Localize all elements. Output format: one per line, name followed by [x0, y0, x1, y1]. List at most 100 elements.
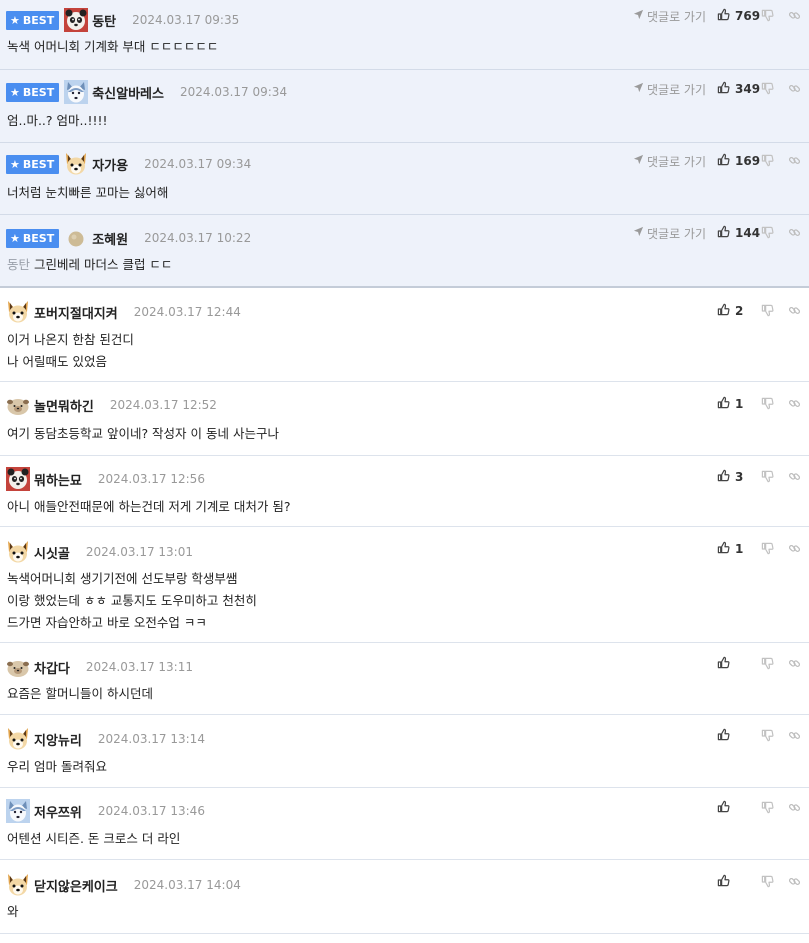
husky-avatar-icon[interactable] [6, 799, 30, 823]
comment-text: 아니 애들안전때문에 하는건데 저게 기계로 대처가 됨? [7, 496, 290, 518]
like-button[interactable]: 349 [717, 81, 761, 97]
like-button[interactable]: 2 [717, 303, 761, 319]
comment-actions: 1 [717, 395, 801, 413]
link-icon [788, 655, 801, 674]
copy-link-button[interactable] [787, 873, 801, 892]
like-count: 769 [735, 9, 761, 23]
like-button[interactable] [717, 728, 761, 744]
thumbs-up-icon [717, 303, 735, 319]
thumbs-down-icon [761, 873, 774, 892]
goto-comment-link[interactable]: 댓글로 가기 [633, 153, 706, 170]
comment-line: 너처럼 눈치빠른 꼬마는 싫어해 [7, 182, 168, 204]
nickname[interactable]: 뭐하는묘 [34, 470, 82, 489]
fox-avatar-icon[interactable] [6, 873, 30, 897]
like-button[interactable] [717, 874, 761, 890]
copy-link-button[interactable] [787, 152, 801, 171]
like-button[interactable]: 3 [717, 469, 761, 485]
nickname[interactable]: 놀면뭐하긴 [34, 396, 94, 415]
dislike-button[interactable] [761, 468, 787, 487]
fox-avatar-icon[interactable] [64, 152, 88, 176]
link-icon [788, 468, 801, 487]
link-icon [788, 7, 801, 26]
best-badge-label: BEST [22, 13, 55, 27]
goto-comment-link[interactable]: 댓글로 가기 [633, 225, 706, 242]
thumbs-up-icon [717, 874, 735, 890]
comment-line: 어텐션 시티즌. 돈 크로스 더 라인 [7, 828, 180, 850]
like-count: 349 [735, 82, 761, 96]
like-count: 3 [735, 470, 744, 484]
comment-line-text: 그린베레 마더스 클럽 ㄷㄷ [34, 257, 173, 272]
dislike-button[interactable] [761, 80, 787, 99]
link-icon [788, 152, 801, 171]
fox-avatar-icon[interactable] [6, 300, 30, 324]
nickname[interactable]: 동탄 [92, 11, 116, 30]
comment-line-text: 엄..마..? 엄마..!!!! [7, 113, 108, 128]
comment-date: 2024.03.17 13:01 [85, 545, 193, 559]
like-button[interactable] [717, 800, 761, 816]
comment-line: 요즘은 할머니들이 하시던데 [7, 683, 153, 705]
thumbs-down-icon [761, 468, 774, 487]
copy-link-button[interactable] [787, 395, 801, 414]
comment-line: 이랑 했었는데 ㅎㅎ 교통지도 도우미하고 천천히 [7, 590, 257, 612]
thumbs-down-icon [761, 152, 774, 171]
copy-link-button[interactable] [787, 224, 801, 243]
dislike-button[interactable] [761, 302, 787, 321]
nickname[interactable]: 저우쯔위 [34, 802, 82, 821]
dislike-button[interactable] [761, 540, 787, 559]
nickname[interactable]: 자가용 [92, 155, 128, 174]
copy-link-button[interactable] [787, 799, 801, 818]
like-button[interactable]: 1 [717, 396, 761, 412]
comment-line-text: 어텐션 시티즌. 돈 크로스 더 라인 [7, 831, 181, 846]
like-button[interactable]: 169 [717, 153, 761, 169]
stone-avatar-icon[interactable] [64, 226, 88, 250]
comment-line: 녹색어머니회 생기기전에 선도부랑 학생부쌤 [7, 568, 257, 590]
dislike-button[interactable] [761, 799, 787, 818]
nickname[interactable]: 닫지않은케이크 [34, 876, 118, 895]
nickname[interactable]: 시싯골 [34, 543, 70, 562]
like-button[interactable]: 144 [717, 225, 761, 241]
like-button[interactable]: 769 [717, 8, 761, 24]
nickname[interactable]: 지앙뉴리 [34, 730, 82, 749]
dislike-button[interactable] [761, 727, 787, 746]
husky-avatar-icon[interactable] [64, 80, 89, 104]
comment-item: ★ BEST 축신알바레스 2024.03.17 09:34 엄..마..? 엄마..!… [0, 70, 809, 143]
comment-header: ★ BEST 동탄 2024.03.17 09:35 [6, 8, 239, 32]
comment-item: 포버지절대지켜 2024.03.17 12:44 이거 나온지 한참 된건디 나 어릴… [0, 288, 809, 382]
comment-item: 뭐하는묘 2024.03.17 12:56 아니 애들안전때문에 하는건데 저게 기… [0, 456, 809, 527]
pug-avatar-icon[interactable] [6, 393, 30, 417]
like-button[interactable]: 1 [717, 541, 761, 557]
copy-link-button[interactable] [787, 655, 801, 674]
copy-link-button[interactable] [787, 727, 801, 746]
fox-avatar-icon[interactable] [6, 727, 30, 751]
comment-item: ★ BEST 자가용 2024.03.17 09:34 너처럼 눈치빠른 꼬마는 싫어해… [0, 143, 809, 215]
dislike-button[interactable] [761, 395, 787, 414]
mention-nickname[interactable]: 동탄 [7, 257, 30, 272]
nickname[interactable]: 포버지절대지켜 [34, 303, 118, 322]
panda-avatar-icon[interactable] [6, 467, 30, 491]
copy-link-button[interactable] [787, 80, 801, 99]
comment-text: 엄..마..? 엄마..!!!! [7, 110, 108, 132]
copy-link-button[interactable] [787, 7, 801, 26]
goto-comment-link[interactable]: 댓글로 가기 [633, 8, 706, 25]
nickname[interactable]: 축신알바레스 [92, 83, 164, 102]
goto-comment-link[interactable]: 댓글로 가기 [633, 81, 706, 98]
dislike-button[interactable] [761, 873, 787, 892]
comment-item: 놀면뭐하긴 2024.03.17 12:52 여기 동담초등학교 앞이네? 작성자 … [0, 382, 809, 456]
comment-text: 녹색어머니회 생기기전에 선도부랑 학생부쌤 이랑 했었는데 ㅎㅎ 교통지도 도우… [7, 568, 257, 634]
dislike-button[interactable] [761, 655, 787, 674]
nickname[interactable]: 차갑다 [34, 658, 70, 677]
like-button[interactable] [717, 656, 761, 672]
copy-link-button[interactable] [787, 468, 801, 487]
send-arrow-icon [633, 82, 647, 96]
panda-avatar-icon[interactable] [64, 8, 89, 32]
dislike-button[interactable] [761, 224, 787, 243]
copy-link-button[interactable] [787, 302, 801, 321]
comment-date: 2024.03.17 13:11 [85, 660, 193, 674]
pug-avatar-icon[interactable] [6, 655, 30, 679]
dislike-button[interactable] [761, 152, 787, 171]
nickname[interactable]: 조혜원 [92, 229, 128, 248]
fox-avatar-icon[interactable] [6, 540, 30, 564]
dislike-button[interactable] [761, 7, 787, 26]
comment-actions: 2 [717, 302, 801, 320]
copy-link-button[interactable] [787, 540, 801, 559]
